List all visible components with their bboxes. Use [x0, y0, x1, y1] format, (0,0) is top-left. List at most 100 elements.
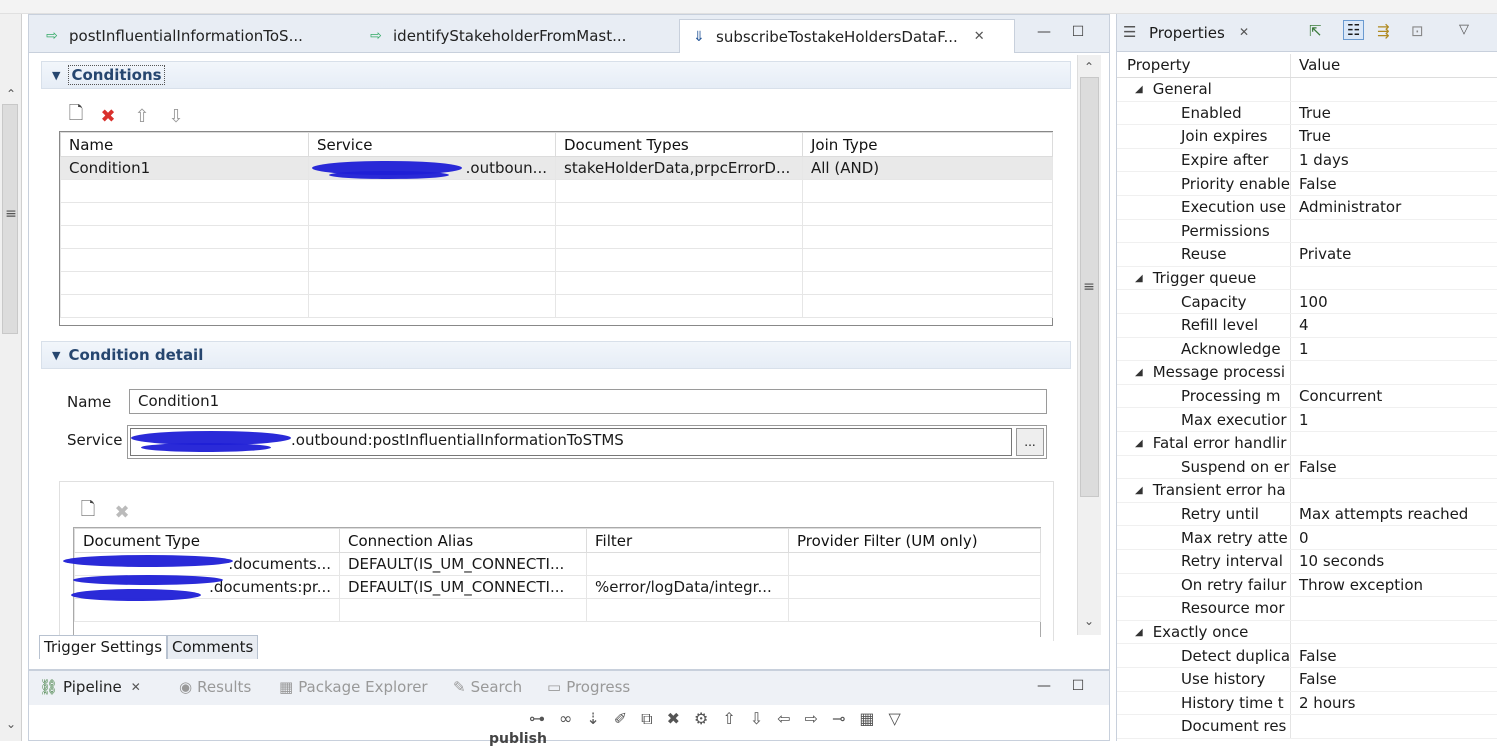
tab-post-influential[interactable]: ⇨ postInfluentialInformationToS... [33, 19, 311, 53]
property-category[interactable]: ◢ Message processi [1117, 361, 1497, 385]
map-icon[interactable]: ∞ [559, 709, 572, 729]
move-up-icon[interactable]: ⇧ [131, 105, 153, 127]
property-row[interactable]: Priority enable False [1117, 172, 1497, 196]
col-name[interactable]: Name [60, 132, 309, 157]
property-value[interactable]: 2 hours [1291, 692, 1497, 715]
property-row[interactable]: Enabled True [1117, 101, 1497, 126]
view-menu-icon[interactable]: ▽ [1459, 22, 1469, 37]
filter-advanced-icon[interactable]: ⇶ [1377, 22, 1390, 40]
pin-icon[interactable]: ⇱ [1309, 22, 1322, 40]
close-tab-icon[interactable]: ✕ [1239, 25, 1249, 39]
scroll-down-icon[interactable]: ⌄ [0, 714, 22, 734]
property-row[interactable]: Max executior 1 [1117, 408, 1497, 432]
property-row[interactable]: Max retry atte 0 [1117, 526, 1497, 550]
property-value[interactable] [1291, 220, 1497, 243]
expand-triangle-icon[interactable]: ◢ [1135, 485, 1143, 496]
minimize-icon[interactable]: — [1035, 23, 1053, 41]
link-icon[interactable]: ⊶ [529, 709, 545, 729]
categories-icon[interactable]: ☷ [1343, 20, 1365, 40]
property-value[interactable]: Private [1291, 243, 1497, 266]
move-down-icon[interactable]: ⇩ [750, 709, 763, 729]
shift-right-icon[interactable]: ⇨ [805, 709, 818, 729]
property-value[interactable]: 0 [1291, 526, 1497, 549]
property-value[interactable]: True [1291, 102, 1497, 125]
condition-detail-header[interactable]: ▼ Condition detail [41, 341, 1071, 369]
property-value[interactable]: False [1291, 172, 1497, 195]
close-tab-icon[interactable]: ✕ [131, 680, 141, 694]
tab-search[interactable]: ✎ Search [453, 678, 522, 696]
col-filter[interactable]: Filter [586, 528, 789, 553]
property-value[interactable]: 1 [1291, 338, 1497, 361]
editor-scrollbar[interactable]: ⌃ ≡ ⌄ [1077, 55, 1101, 635]
maximize-icon[interactable]: ☐ [1069, 23, 1087, 41]
col-connection-alias[interactable]: Connection Alias [339, 528, 587, 553]
delete-map-icon[interactable]: ✖ [667, 709, 680, 729]
maximize-icon[interactable]: ☐ [1069, 677, 1087, 695]
delete-icon[interactable]: ✖ [97, 105, 119, 127]
col-provider-filter[interactable]: Provider Filter (UM only) [788, 528, 1041, 553]
property-value[interactable]: Administrator [1291, 196, 1497, 219]
expand-triangle-icon[interactable]: ◢ [1135, 367, 1143, 378]
new-document-icon[interactable]: 🗋 [77, 499, 99, 523]
property-row[interactable]: Use history False [1117, 668, 1497, 692]
close-tab-icon[interactable]: ✕ [974, 29, 985, 44]
tab-pipeline[interactable]: ⛓ Pipeline ✕ [39, 678, 141, 696]
property-category[interactable]: ◢ General [1117, 78, 1497, 102]
property-value[interactable]: 4 [1291, 314, 1497, 337]
property-value[interactable] [1291, 621, 1497, 644]
property-row[interactable]: Expire after 1 days [1117, 148, 1497, 173]
property-category[interactable]: ◢ Transient error ha [1117, 479, 1497, 503]
property-row[interactable]: Reuse Private [1117, 243, 1497, 267]
tab-comments[interactable]: Comments [167, 635, 259, 659]
copy-icon[interactable]: ⧉ [641, 709, 652, 729]
property-value[interactable]: True [1291, 125, 1497, 148]
property-row[interactable]: Acknowledge 1 [1117, 337, 1497, 362]
col-document-types[interactable]: Document Types [555, 132, 803, 157]
property-value[interactable]: 1 [1291, 408, 1497, 431]
tab-trigger-settings[interactable]: Trigger Settings [39, 635, 168, 659]
property-row[interactable]: Document res [1117, 715, 1497, 739]
scroll-up-icon[interactable]: ⌃ [0, 84, 22, 104]
property-value[interactable]: False [1291, 668, 1497, 691]
expand-triangle-icon[interactable]: ◢ [1135, 84, 1143, 95]
property-value[interactable] [1291, 715, 1497, 738]
property-row[interactable]: Capacity 100 [1117, 290, 1497, 314]
property-value[interactable] [1291, 432, 1497, 455]
tab-package-explorer[interactable]: ▦ Package Explorer [279, 678, 428, 696]
property-row[interactable]: On retry failur Throw exception [1117, 573, 1497, 598]
property-value[interactable] [1291, 361, 1497, 384]
col-document-type[interactable]: Document Type [74, 528, 340, 553]
property-row[interactable]: Permissions [1117, 219, 1497, 244]
conditions-section-header[interactable]: ▼ Conditions [41, 61, 1071, 89]
browse-button[interactable]: ... [1016, 428, 1044, 456]
property-value[interactable] [1291, 267, 1497, 290]
property-value[interactable]: False [1291, 456, 1497, 479]
condition-name-input[interactable]: Condition1 [129, 389, 1047, 414]
property-value[interactable]: Max attempts reached [1291, 503, 1497, 526]
tab-progress[interactable]: ▭ Progress [547, 678, 630, 696]
tab-results[interactable]: ◉ Results [179, 678, 251, 696]
expand-triangle-icon[interactable]: ◢ [1135, 438, 1143, 449]
property-row[interactable]: Detect duplica False [1117, 644, 1497, 668]
property-category[interactable]: ◢ Exactly once [1117, 620, 1497, 645]
property-row[interactable]: History time t 2 hours [1117, 691, 1497, 716]
scroll-down-icon[interactable]: ⌄ [1078, 611, 1100, 631]
move-down-icon[interactable]: ⇩ [165, 105, 187, 127]
property-value[interactable] [1291, 597, 1497, 620]
property-row[interactable]: Resource mor [1117, 597, 1497, 621]
property-row[interactable]: Processing m Concurrent [1117, 384, 1497, 409]
drop-icon[interactable]: ⇣ [586, 709, 599, 729]
property-row[interactable]: Execution use Administrator [1117, 196, 1497, 220]
expand-triangle-icon[interactable]: ◢ [1135, 273, 1143, 284]
move-up-icon[interactable]: ⇧ [722, 709, 735, 729]
property-value[interactable]: 1 days [1291, 149, 1497, 172]
scroll-up-icon[interactable]: ⌃ [1078, 57, 1100, 77]
minimize-icon[interactable]: — [1035, 677, 1053, 695]
transformer-icon[interactable]: ⚙ [694, 709, 708, 729]
property-category[interactable]: ◢ Trigger queue [1117, 266, 1497, 291]
delete-document-icon[interactable]: ✖ [111, 501, 133, 523]
property-value[interactable]: Concurrent [1291, 385, 1497, 408]
expand-triangle-icon[interactable]: ◢ [1135, 627, 1143, 638]
property-row[interactable]: Refill level 4 [1117, 314, 1497, 338]
shift-left-icon[interactable]: ⇦ [777, 709, 790, 729]
